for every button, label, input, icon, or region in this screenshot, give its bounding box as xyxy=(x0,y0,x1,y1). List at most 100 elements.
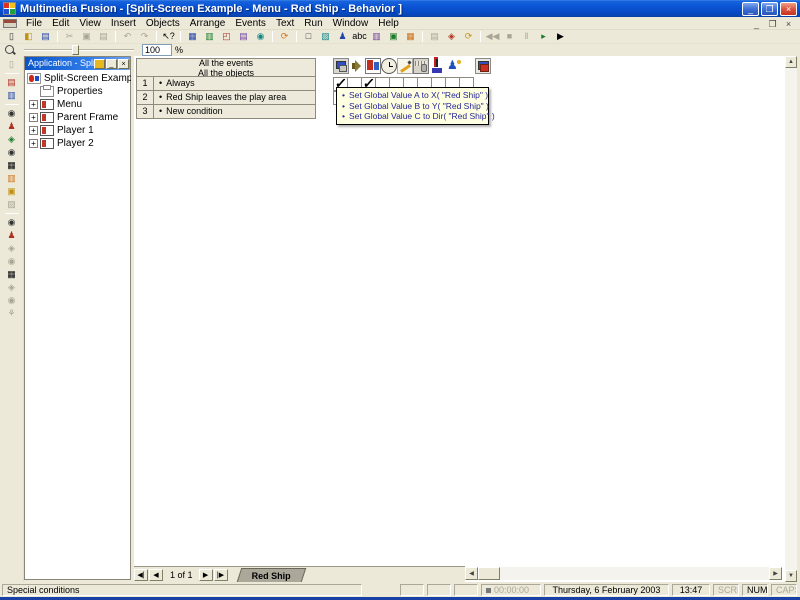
event-row-2[interactable]: 2 •Red Ship leaves the play area xyxy=(136,91,316,105)
event-row-1[interactable]: 1 •Always xyxy=(136,77,316,91)
cut-button[interactable]: ✂ xyxy=(62,30,77,43)
storyboard-controls-icon[interactable] xyxy=(365,58,381,74)
scroll-up-button[interactable]: ▲ xyxy=(785,56,797,68)
tree-item-player-2[interactable]: + Player 2 xyxy=(27,137,130,150)
refresh-button[interactable]: ⟳ xyxy=(461,30,476,43)
side-icon-storyboard[interactable]: ▤ xyxy=(4,76,20,89)
special-conditions-icon[interactable] xyxy=(333,58,349,74)
event-editor-button[interactable]: ◰ xyxy=(219,30,234,43)
side-icon-zoom5[interactable]: ◈ xyxy=(4,242,20,255)
side-icon-zoom4[interactable]: ◉ xyxy=(4,216,20,229)
run-application-button[interactable]: ♟ xyxy=(335,30,350,43)
first-frame-button[interactable]: ◀| xyxy=(134,569,148,581)
horizontal-scrollbar[interactable]: ◀ ▶ xyxy=(465,567,782,580)
player-1-icon[interactable] xyxy=(429,58,445,74)
new-button[interactable]: ▯ xyxy=(4,30,19,43)
undo-button[interactable]: ↶ xyxy=(120,30,135,43)
tab-red-ship[interactable]: Red Ship xyxy=(236,568,306,582)
active-object-icon[interactable] xyxy=(445,58,461,74)
copy-button[interactable]: ▣ xyxy=(79,30,94,43)
menu-view[interactable]: View xyxy=(74,17,106,30)
workspace-caption-bar[interactable]: Application - Split-... _ × xyxy=(25,57,130,70)
mdi-minimize-button[interactable]: _ xyxy=(750,18,763,29)
side-icon-zoom8[interactable]: ◉ xyxy=(4,294,20,307)
side-icon-zoom2[interactable]: ◈ xyxy=(4,133,20,146)
timer-icon[interactable] xyxy=(381,58,397,74)
save-button[interactable]: ▤ xyxy=(38,30,53,43)
close-button[interactable]: × xyxy=(780,2,797,16)
scroll-right-button[interactable]: ▶ xyxy=(769,567,782,580)
zoom-input[interactable] xyxy=(142,44,172,56)
menu-insert[interactable]: Insert xyxy=(106,17,141,30)
album-button[interactable]: ▦ xyxy=(403,30,418,43)
side-icon-run[interactable]: ♟ xyxy=(4,120,20,133)
side-icon-new[interactable]: ▯ xyxy=(4,58,20,71)
side-icon-misc[interactable]: ⚘ xyxy=(4,307,20,320)
grayed-tool-1[interactable]: ▤ xyxy=(427,30,442,43)
run-frame-button[interactable]: ▸ xyxy=(536,30,551,43)
storyboard-editor-button[interactable]: ▦ xyxy=(185,30,200,43)
preferences-button[interactable]: □ xyxy=(301,30,316,43)
next-frame-button[interactable]: ▶ xyxy=(199,569,213,581)
frame-editor-button[interactable]: ▥ xyxy=(202,30,217,43)
mdi-restore-button[interactable]: ❐ xyxy=(766,18,779,29)
tree-item-parent-frame[interactable]: + Parent Frame xyxy=(27,111,130,124)
create-new-objects-icon[interactable] xyxy=(397,58,413,74)
minimize-button[interactable]: _ xyxy=(742,2,759,16)
menu-arrange[interactable]: Arrange xyxy=(185,17,231,30)
keyboard-mouse-icon[interactable] xyxy=(413,58,429,74)
stop-button[interactable]: ■ xyxy=(502,30,517,43)
menu-events[interactable]: Events xyxy=(230,17,271,30)
event-list-editor-button[interactable]: ▤ xyxy=(236,30,251,43)
expand-icon[interactable]: + xyxy=(29,139,38,148)
tree-item-menu[interactable]: + Menu xyxy=(27,98,130,111)
side-icon-zoom1[interactable]: ◉ xyxy=(4,107,20,120)
paste-button[interactable]: ▤ xyxy=(96,30,111,43)
play-button[interactable]: ▶ xyxy=(553,30,568,43)
redo-button[interactable]: ↷ xyxy=(137,30,152,43)
menu-file[interactable]: File xyxy=(21,17,47,30)
side-icon-grid2[interactable]: ▦ xyxy=(4,268,20,281)
context-help-button[interactable]: ↖? xyxy=(161,30,176,43)
prev-frame-button[interactable]: ◀ xyxy=(149,569,163,581)
vertical-scrollbar[interactable]: ▲ ▼ xyxy=(785,56,797,582)
menu-text[interactable]: Text xyxy=(271,17,299,30)
event-condition[interactable]: •Always xyxy=(154,77,316,91)
side-icon-zoom3[interactable]: ◉ xyxy=(4,146,20,159)
side-icon-frameview[interactable]: ▥ xyxy=(4,172,20,185)
menu-window[interactable]: Window xyxy=(328,17,374,30)
data-elements-button[interactable]: ◉ xyxy=(253,30,268,43)
expand-icon[interactable]: + xyxy=(29,100,38,109)
pin-button[interactable] xyxy=(94,59,105,69)
event-condition[interactable]: •Red Ship leaves the play area xyxy=(154,91,316,105)
workspace-minimize-button[interactable]: _ xyxy=(106,59,117,69)
grayed-tool-2[interactable]: ◈ xyxy=(444,30,459,43)
zoom-slider[interactable] xyxy=(24,45,134,55)
side-icon-grid[interactable]: ▦ xyxy=(4,159,20,172)
scrollbar-thumb[interactable] xyxy=(478,567,500,580)
side-icon-zoom7[interactable]: ◈ xyxy=(4,281,20,294)
chart-button[interactable]: ▨ xyxy=(318,30,333,43)
rotate-button[interactable]: ⟳ xyxy=(277,30,292,43)
side-icon-objview[interactable]: ▣ xyxy=(4,185,20,198)
sound-icon[interactable] xyxy=(349,58,365,74)
side-icon-list[interactable]: ▨ xyxy=(4,198,20,211)
event-condition[interactable]: •New condition xyxy=(154,105,316,119)
red-ship-object-icon[interactable] xyxy=(475,58,491,74)
expand-icon[interactable]: + xyxy=(29,126,38,135)
workspace-close-button[interactable]: × xyxy=(118,59,129,69)
side-icon-run2[interactable]: ♟ xyxy=(4,229,20,242)
tree-item-properties[interactable]: Properties xyxy=(27,85,130,98)
tree-item-player-1[interactable]: + Player 1 xyxy=(27,124,130,137)
mdi-child-icon[interactable] xyxy=(3,19,17,28)
last-frame-button[interactable]: |▶ xyxy=(214,569,228,581)
rewind-button[interactable]: ◀◀ xyxy=(485,30,500,43)
mdi-close-button[interactable]: × xyxy=(782,18,795,29)
menu-run[interactable]: Run xyxy=(299,17,327,30)
tree-item-application[interactable]: Split-Screen Example xyxy=(27,72,130,85)
spell-check-button[interactable]: abc xyxy=(352,30,367,43)
scroll-down-button[interactable]: ▼ xyxy=(785,570,797,582)
restore-button[interactable]: ❐ xyxy=(761,2,778,16)
movie-button[interactable]: ▥ xyxy=(369,30,384,43)
open-button[interactable]: ◧ xyxy=(21,30,36,43)
